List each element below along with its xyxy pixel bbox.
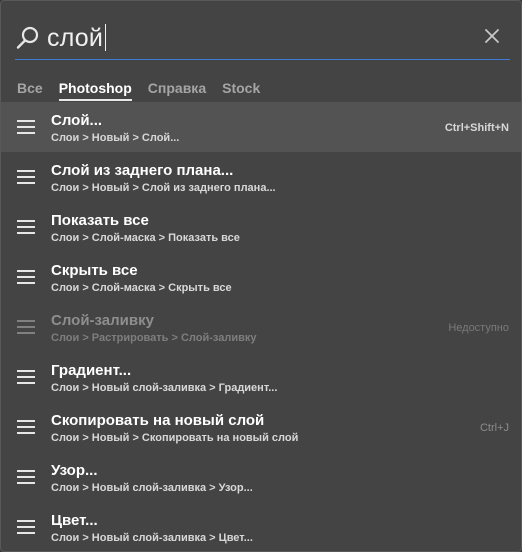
result-title: Цвет... [51,512,98,529]
result-item[interactable]: Цвет... Слои > Новый слой-заливка > Цвет… [1,502,521,551]
result-item[interactable]: Скрыть все Слои > Слой-маска > Скрыть вс… [1,252,521,302]
tab-help[interactable]: Справка [148,79,206,99]
result-item[interactable]: Скопировать на новый слой Слои > Новый >… [1,402,521,452]
search-icon [15,25,41,51]
result-path: Слои > Новый слой-заливка > Градиент... [51,382,278,394]
close-icon[interactable] [484,28,500,44]
result-path: Слои > Новый > Слой из заднего плана... [51,182,276,194]
tab-stock[interactable]: Stock [222,79,260,99]
menu-icon [17,470,35,484]
tab-photoshop[interactable]: Photoshop [58,79,132,101]
menu-icon [17,170,35,184]
menu-icon [17,270,35,284]
result-item[interactable]: Показать все Слои > Слой-маска > Показат… [1,202,521,252]
menu-icon [17,220,35,234]
tab-bar: Все Photoshop Справка Stock [17,79,260,101]
result-title: Скопировать на новый слой [51,412,265,429]
result-title: Слой из заднего плана... [51,162,234,179]
search-panel: слой Все Photoshop Справка Stock Слой...… [0,0,522,552]
result-title: Узор... [51,462,98,479]
result-item[interactable]: Градиент... Слои > Новый слой-заливка > … [1,352,521,402]
search-query: слой [47,24,104,52]
result-status: Недоступно [448,322,509,334]
results-list: Слой... Слои > Новый > Слой... Ctrl+Shif… [1,102,521,551]
result-title: Показать все [51,212,149,229]
text-caret [105,24,107,51]
result-path: Слои > Новый > Скопировать на новый слой [51,432,299,444]
result-item[interactable]: Слой из заднего плана... Слои > Новый > … [1,152,521,202]
search-input[interactable]: слой [47,23,447,53]
result-item-disabled: Слой-заливку Слои > Растрировать > Слой-… [1,302,521,352]
result-path: Слои > Новый слой-заливка > Узор... [51,482,253,494]
search-bar: слой [15,21,510,60]
result-shortcut: Ctrl+Shift+N [444,122,509,134]
result-item[interactable]: Слой... Слои > Новый > Слой... Ctrl+Shif… [1,102,521,152]
result-title: Градиент... [51,362,132,379]
menu-icon [17,370,35,384]
menu-icon [17,120,35,134]
result-shortcut: Ctrl+J [479,422,509,434]
menu-icon [17,420,35,434]
menu-icon [17,320,35,334]
result-path: Слои > Слой-маска > Скрыть все [51,282,232,294]
result-path: Слои > Слой-маска > Показать все [51,232,240,244]
result-title: Слой... [51,112,103,129]
result-path: Слои > Новый > Слой... [51,132,180,144]
result-title: Скрыть все [51,262,138,279]
menu-icon [17,520,35,534]
result-path: Слои > Растрировать > Слой-заливку [51,332,257,344]
result-path: Слои > Новый слой-заливка > Цвет... [51,532,253,544]
result-title: Слой-заливку [51,312,154,329]
result-item[interactable]: Узор... Слои > Новый слой-заливка > Узор… [1,452,521,502]
tab-all[interactable]: Все [17,79,43,99]
